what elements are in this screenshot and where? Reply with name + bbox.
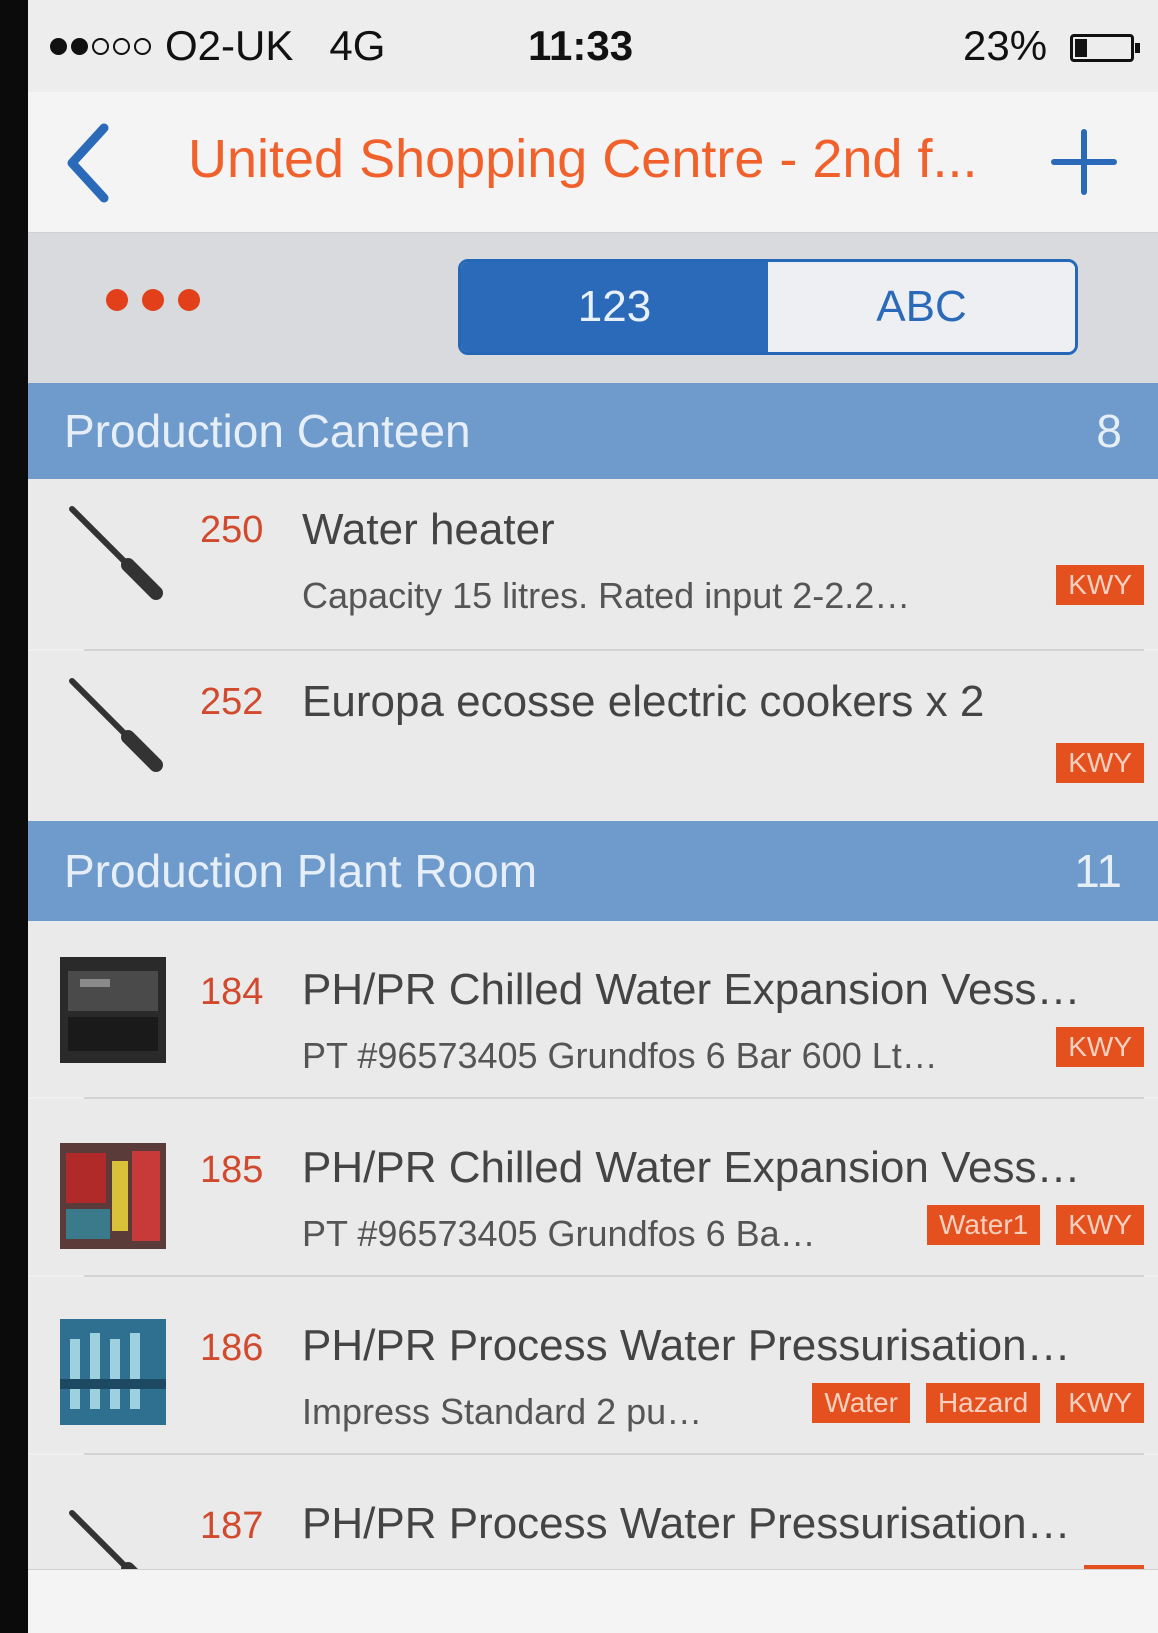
phone-screen: O2-UK 4G 11:33 23% United Shopping Centr…	[28, 0, 1158, 1633]
page-title: United Shopping Centre - 2nd f...	[188, 129, 978, 189]
tag-badge: KWY	[1056, 743, 1144, 783]
item-subtitle: PT #96573405 Grundfos 6 Bar 600 Lt…	[302, 1035, 938, 1076]
plus-icon	[1051, 129, 1117, 195]
section-name: Production Plant Room	[64, 845, 538, 897]
item-title: PH/PR Process Water Pressurisation…	[302, 1321, 1071, 1370]
item-title: PH/PR Chilled Water Expansion Vess…	[302, 1143, 1081, 1192]
tag-badge: Hazard	[925, 1383, 1041, 1423]
back-button[interactable]	[52, 118, 132, 208]
screwdriver-icon	[69, 506, 163, 600]
item-subtitle: PT #96573405 Grundfos 6 Ba…	[302, 1213, 816, 1254]
tag-badge: Water1	[927, 1205, 1041, 1245]
battery-icon	[1070, 34, 1140, 62]
item-number: 252	[200, 681, 264, 723]
network-type: 4G	[329, 22, 386, 69]
item-number: 185	[200, 1149, 264, 1191]
list-item[interactable]: 252 Europa ecosse electric cookers x 2 K…	[28, 651, 1158, 821]
list-item[interactable]: 186 PH/PR Process Water Pressurisation… …	[28, 1277, 1158, 1453]
segment-numeric[interactable]: 123	[461, 262, 768, 352]
asset-photo	[60, 1319, 166, 1425]
tag-badge: KWY	[1056, 565, 1144, 605]
asset-photo	[60, 957, 166, 1063]
add-button[interactable]	[1044, 122, 1124, 202]
navigation-bar: United Shopping Centre - 2nd f...	[28, 92, 1158, 233]
tag-badge: KWY	[1056, 1027, 1144, 1067]
list-item[interactable]: 184 PH/PR Chilled Water Expansion Vess… …	[28, 921, 1158, 1097]
list-item[interactable]: 185 PH/PR Chilled Water Expansion Vess… …	[28, 1099, 1158, 1275]
carrier-name: O2-UK	[165, 22, 294, 69]
item-tags: Water1 KWY	[927, 1205, 1144, 1245]
list-item[interactable]: 250 Water heater Capacity 15 litres. Rat…	[28, 479, 1158, 649]
clock: 11:33	[528, 22, 634, 69]
item-number: 187	[200, 1505, 264, 1547]
section-header: Production Plant Room 11	[28, 821, 1158, 921]
tag-badge: KWY	[1056, 1383, 1144, 1423]
bottom-toolbar	[28, 1570, 1158, 1633]
item-title: PH/PR Chilled Water Expansion Vess…	[302, 965, 1081, 1014]
section-count: 8	[1096, 405, 1122, 457]
carrier-info: O2-UK 4G	[50, 22, 385, 70]
screwdriver-icon	[69, 678, 163, 772]
more-dots-icon	[106, 289, 128, 311]
item-tags: KWY	[1056, 565, 1144, 605]
signal-strength-icon	[50, 37, 151, 55]
sort-segmented-control: 123 ABC	[458, 259, 1078, 355]
item-title: PH/PR Process Water Pressurisation…	[302, 1499, 1071, 1548]
asset-photo	[60, 1143, 166, 1249]
segment-alphabetic[interactable]: ABC	[768, 262, 1075, 352]
chevron-left-icon	[67, 123, 109, 203]
more-options-button[interactable]	[106, 289, 200, 311]
item-number: 184	[200, 971, 264, 1013]
item-number: 186	[200, 1327, 264, 1369]
item-title: Europa ecosse electric cookers x 2	[302, 677, 985, 726]
list-toolbar: 123 ABC	[28, 233, 1158, 383]
tag-badge: KWY	[1056, 1205, 1144, 1245]
section-count: 11	[1074, 845, 1122, 897]
battery-percentage: 23%	[963, 22, 1048, 69]
item-tags: KWY	[1056, 743, 1144, 783]
item-title: Water heater	[302, 505, 555, 554]
screwdriver-icon	[69, 1510, 138, 1569]
status-bar: O2-UK 4G 11:33 23%	[28, 0, 1158, 92]
section-name: Production Canteen	[64, 405, 471, 457]
item-number: 250	[200, 509, 264, 551]
item-tags: KWY	[1056, 1027, 1144, 1067]
section-header: Production Canteen 8	[28, 383, 1158, 479]
list-item[interactable]: 187 PH/PR Process Water Pressurisation…	[28, 1455, 1158, 1569]
item-subtitle: Capacity 15 litres. Rated input 2-2.2…	[302, 575, 911, 616]
tag-badge: Water	[812, 1383, 910, 1423]
item-subtitle: Impress Standard 2 pu…	[302, 1391, 703, 1432]
item-tags: Water Hazard KWY	[812, 1383, 1144, 1423]
